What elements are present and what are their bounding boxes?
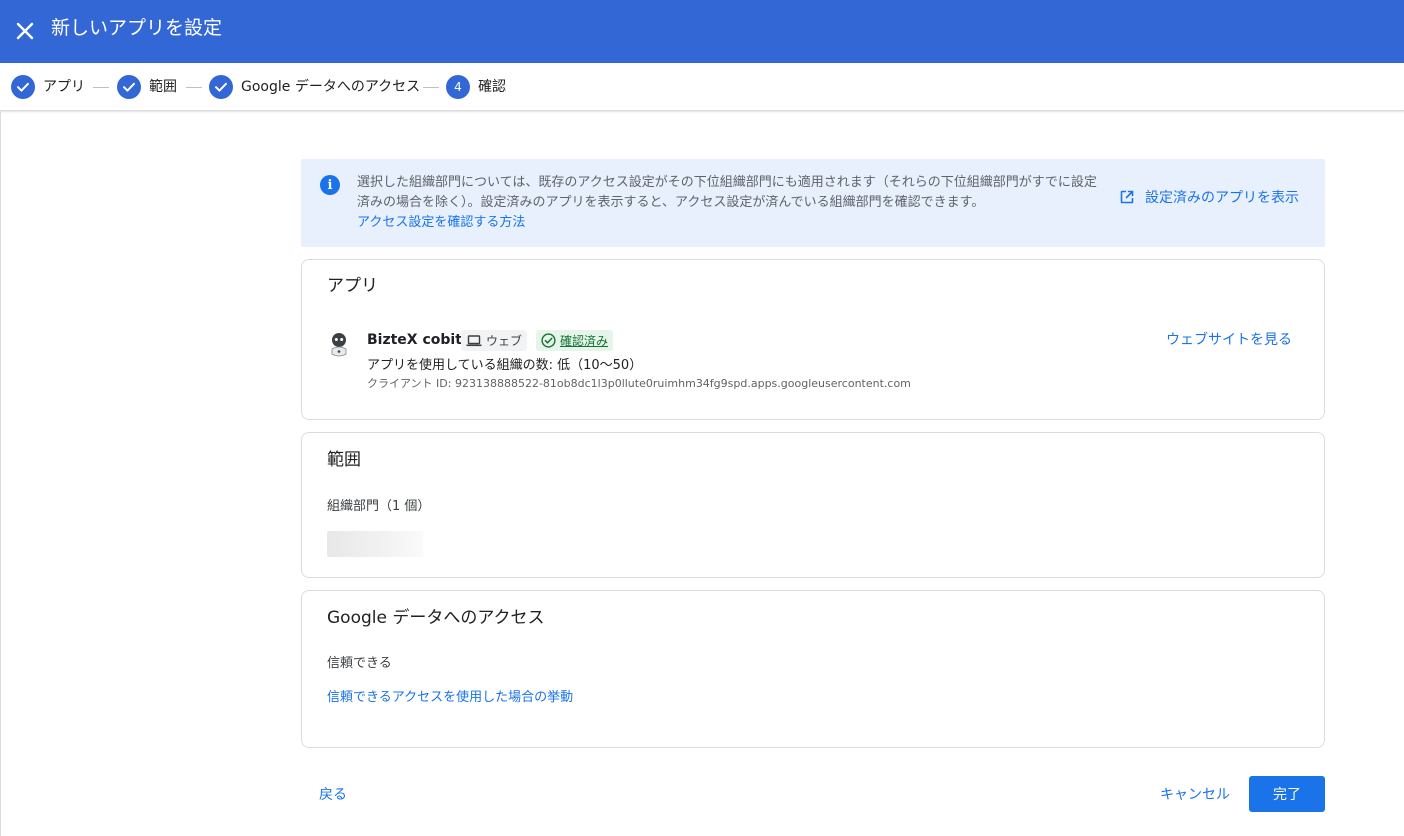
access-card-title: Google データへのアクセス — [327, 608, 545, 628]
done-button[interactable]: 完了 — [1249, 776, 1325, 812]
app-name: BizteX cobit — [367, 332, 462, 348]
access-card: Google データへのアクセス 信頼できる 信頼できるアクセスを使用した場合の… — [301, 590, 1325, 748]
verified-chip-label: 確認済み — [560, 334, 609, 348]
info-icon: i — [320, 175, 340, 195]
step-1-check-icon — [11, 75, 35, 99]
step-3-label: Google データへのアクセス — [241, 79, 421, 95]
left-border — [0, 111, 1, 836]
banner-text: 選択した組織部門については、既存のアクセス設定がその下位組織部門にも適用されます… — [357, 175, 1097, 210]
step-1-label: アプリ — [43, 79, 85, 95]
verified-chip[interactable]: 確認済み — [536, 330, 614, 351]
platform-chip-label: ウェブ — [486, 334, 523, 348]
step-4-label: 確認 — [478, 79, 506, 95]
robot-app-icon — [331, 333, 347, 357]
step-2-label: 範囲 — [149, 79, 177, 95]
top-app-bar: 新しいアプリを設定 — [0, 0, 1404, 63]
org-unit-redacted — [327, 531, 423, 557]
close-icon — [16, 22, 34, 40]
open-in-new-icon — [1120, 190, 1134, 204]
step-connector — [186, 87, 202, 88]
org-unit-count-label: 組織部門（1 個） — [327, 499, 431, 514]
app-usage-count: アプリを使用している組織の数: 低（10〜50） — [367, 358, 643, 373]
laptop-icon — [466, 334, 482, 346]
step-connector — [423, 87, 439, 88]
view-configured-apps-label: 設定済みのアプリを表示 — [1145, 190, 1299, 206]
view-configured-apps-link[interactable]: 設定済みのアプリを表示 — [1119, 187, 1299, 207]
access-settings-help-link[interactable]: アクセス設定を確認する方法 — [357, 213, 525, 233]
close-button[interactable] — [6, 12, 44, 50]
scope-card-title: 範囲 — [327, 450, 361, 470]
cancel-button[interactable]: キャンセル — [1152, 780, 1238, 808]
step-3-check-icon — [209, 75, 233, 99]
info-banner: i 選択した組織部門については、既存のアクセス設定がその下位組織部門にも適用され… — [301, 159, 1325, 247]
page-title: 新しいアプリを設定 — [51, 17, 223, 39]
check-circle-icon — [541, 333, 556, 348]
step-connector — [93, 87, 109, 88]
step-2-check-icon — [117, 75, 141, 99]
stepper: アプリ 範囲 Google データへのアクセス 4 確認 — [0, 63, 1404, 111]
client-id: クライアント ID: 923138888522-81ob8dc1l3p0llut… — [367, 377, 911, 390]
platform-chip: ウェブ — [461, 330, 528, 351]
app-card: アプリ BizteX cobit ウェブ 確認済み アプリを使用している組織の数… — [301, 259, 1325, 420]
back-button[interactable]: 戻る — [308, 780, 358, 808]
step-4-number: 4 — [446, 75, 470, 99]
app-card-title: アプリ — [327, 276, 378, 296]
scope-card: 範囲 組織部門（1 個） — [301, 432, 1325, 578]
access-level: 信頼できる — [327, 656, 392, 671]
view-website-link[interactable]: ウェブサイトを見る — [1166, 330, 1292, 350]
trusted-access-help-link[interactable]: 信頼できるアクセスを使用した場合の挙動 — [327, 688, 573, 708]
